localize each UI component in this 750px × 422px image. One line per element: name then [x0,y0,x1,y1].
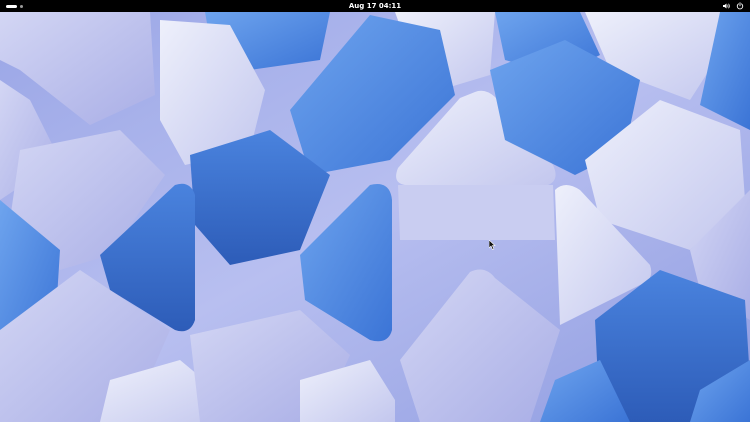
clock[interactable]: Aug 17 04:11 [349,0,401,12]
top-bar: Aug 17 04:11 [0,0,750,12]
volume-icon [722,2,730,10]
desktop-screen: Aug 17 04:11 [0,0,750,422]
desktop-wallpaper [0,12,750,422]
system-status-menu[interactable] [722,0,744,12]
workspace-indicator-dot [20,4,23,8]
workspace-indicator-active [6,4,17,8]
mouse-pointer-icon [488,235,496,254]
power-icon [736,2,744,10]
activities-button[interactable] [6,4,23,8]
